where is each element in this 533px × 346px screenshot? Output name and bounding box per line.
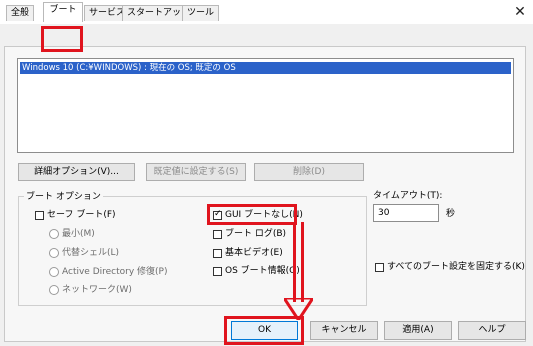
arrow-shaft-right	[293, 222, 296, 302]
network-label: ネットワーク(W)	[62, 285, 132, 295]
timeout-input[interactable]: 30	[373, 204, 439, 222]
boot-tab-highlight	[41, 26, 83, 52]
ad-repair-label: Active Directory 修復(P)	[62, 267, 168, 277]
os-list[interactable]: Windows 10 (C:¥WINDOWS) : 現在の OS; 既定の OS	[17, 58, 514, 153]
boot-log-checkbox[interactable]	[213, 230, 222, 239]
no-gui-boot-highlight	[207, 204, 297, 225]
tab-boot[interactable]: ブート	[43, 2, 83, 22]
base-video-label: 基本ビデオ(E)	[225, 248, 283, 258]
close-icon[interactable]: ✕	[510, 2, 530, 22]
base-video-checkbox[interactable]	[213, 249, 222, 258]
minimal-label: 最小(M)	[62, 229, 95, 239]
tab-general[interactable]: 全般	[6, 5, 35, 21]
boot-options-title: ブート オプション	[24, 189, 103, 202]
set-default-button[interactable]: 既定値に設定する(S)	[146, 163, 246, 181]
arrow-shaft-left	[301, 222, 304, 302]
safe-boot-label: セーフ ブート(F)	[47, 210, 116, 220]
apply-button[interactable]: 適用(A)	[384, 321, 452, 340]
alternate-shell-label: 代替シェル(L)	[62, 248, 120, 258]
ad-repair-radio[interactable]	[49, 267, 59, 277]
make-permanent-label: すべてのブート設定を固定する(K)	[387, 262, 525, 272]
boot-log-label: ブート ログ(B)	[225, 229, 287, 239]
os-list-item[interactable]: Windows 10 (C:¥WINDOWS) : 現在の OS; 既定の OS	[20, 62, 511, 74]
safe-boot-checkbox[interactable]	[35, 211, 44, 220]
timeout-label: タイムアウト(T):	[373, 191, 443, 201]
make-permanent-checkbox[interactable]	[375, 263, 384, 272]
cancel-button[interactable]: キャンセル	[310, 321, 378, 340]
help-button[interactable]: ヘルプ	[458, 321, 526, 340]
timeout-unit: 秒	[446, 209, 456, 219]
alternate-shell-radio[interactable]	[49, 248, 59, 258]
os-boot-info-label: OS ブート情報(O)	[225, 266, 300, 276]
delete-button[interactable]: 削除(D)	[254, 163, 364, 181]
os-boot-info-checkbox[interactable]	[213, 267, 222, 276]
minimal-radio[interactable]	[49, 229, 59, 239]
tab-tools[interactable]: ツール	[182, 5, 220, 21]
network-radio[interactable]	[49, 285, 59, 295]
advanced-options-button[interactable]: 詳細オプション(V)...	[18, 163, 135, 181]
ok-button-highlight	[224, 316, 304, 345]
